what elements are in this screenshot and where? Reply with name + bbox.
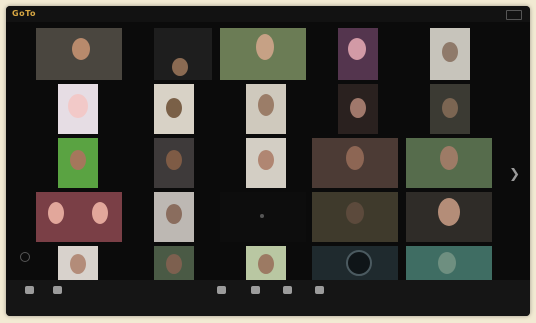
participant-face [346,146,364,170]
video-tile[interactable] [58,84,98,134]
more-button[interactable] [306,286,332,310]
meeting-toolbar [6,280,530,316]
video-tile[interactable] [246,84,286,134]
mute-button[interactable] [16,286,42,310]
video-tile[interactable] [430,28,470,80]
participants-button[interactable] [274,286,300,310]
meeting-window: GoTo ❯ [6,6,530,316]
share-screen-button[interactable] [208,286,234,310]
logo-text: GoTo [12,9,36,18]
participant-face [166,150,182,170]
video-tile[interactable] [220,28,306,80]
video-tile[interactable] [430,84,470,134]
video-tile[interactable] [312,138,398,188]
video-tile[interactable] [220,192,306,242]
participant-face [438,252,456,274]
video-tile[interactable] [312,192,398,242]
participant-face [440,146,458,170]
microphone-icon [24,286,34,294]
participant-face [256,34,274,60]
video-tile[interactable] [246,138,286,188]
video-tile[interactable] [338,28,378,80]
record-icon [250,286,260,294]
video-tile[interactable] [36,192,122,242]
participant-face [172,58,188,76]
participant-face [442,42,458,62]
video-tile[interactable] [154,192,194,242]
video-tile[interactable] [154,84,194,134]
video-camera-icon [52,286,62,294]
participant-face [350,98,366,118]
video-tile[interactable] [58,246,98,280]
participant-face [258,94,274,116]
top-bar: GoTo [6,6,530,22]
participants-icon [282,286,292,294]
video-tile[interactable] [154,138,194,188]
participant-face [348,38,366,60]
participant-face [438,198,460,226]
video-tile[interactable] [36,28,122,80]
participant-face [70,150,86,170]
participant-face [166,98,182,118]
video-tile[interactable] [246,246,286,280]
participant-face [70,254,86,274]
caption-banner [126,8,426,17]
end-meeting-button[interactable] [490,292,520,302]
camera-lens-object [346,250,372,276]
video-tile[interactable] [338,84,378,134]
video-grid: ❯ [6,22,530,280]
participant-face [72,38,90,60]
record-button[interactable] [242,286,268,310]
participant-face [48,202,64,224]
participant-avatar [260,214,264,218]
participant-face [68,94,88,118]
video-tile[interactable] [406,246,492,280]
participant-face [92,202,108,224]
video-tile[interactable] [312,246,398,280]
next-page-chevron-icon[interactable]: ❯ [509,168,520,181]
app-logo: GoTo [12,9,38,19]
video-tile[interactable] [154,28,212,80]
participant-face [442,98,458,118]
video-tile[interactable] [406,138,492,188]
participant-face [258,150,274,170]
participant-face [166,254,182,274]
settings-gear-icon[interactable] [20,252,30,262]
video-button[interactable] [44,286,70,310]
video-tile[interactable] [154,246,194,280]
gallery-view-button[interactable] [506,10,522,20]
participant-face [346,202,364,224]
more-icon [314,286,324,294]
participant-face [166,204,182,224]
video-tile[interactable] [58,138,98,188]
participant-face [258,254,274,274]
video-tile[interactable] [406,192,492,242]
share-screen-icon [216,286,226,294]
